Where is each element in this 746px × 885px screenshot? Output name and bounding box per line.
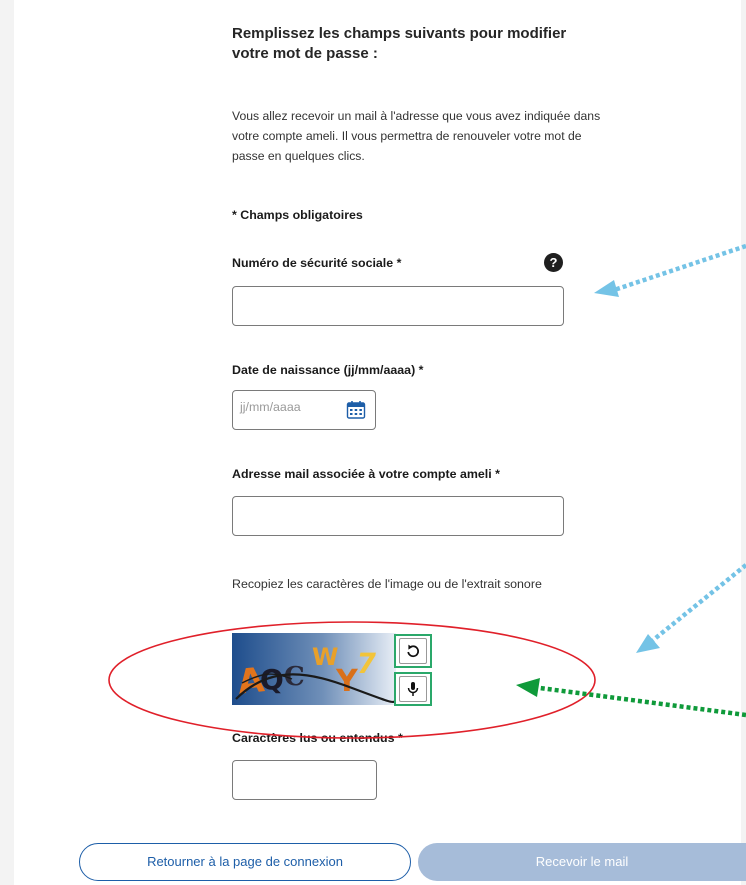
help-icon[interactable]: ?	[544, 253, 563, 272]
refresh-icon	[407, 644, 419, 658]
email-label: Adresse mail associée à votre compte ame…	[232, 467, 500, 481]
refresh-captcha-button[interactable]	[394, 634, 432, 668]
back-to-login-button[interactable]: Retourner à la page de connexion	[79, 843, 411, 881]
required-note: * Champs obligatoires	[232, 208, 363, 222]
ssn-input[interactable]	[232, 286, 564, 326]
receive-mail-button[interactable]: Recevoir le mail	[418, 843, 746, 881]
page-title: Remplissez les champs suivants pour modi…	[232, 25, 567, 62]
captcha-instruction: Recopiez les caractères de l'image ou de…	[232, 577, 542, 591]
captcha-image: A Q C W Y 7	[232, 633, 396, 705]
characters-input[interactable]	[232, 760, 377, 800]
intro-text: Vous allez recevoir un mail à l'adresse …	[232, 109, 601, 163]
audio-captcha-button[interactable]	[394, 672, 432, 706]
characters-label: Caractères lus ou entendus *	[232, 731, 403, 745]
birthdate-label: Date de naissance (jj/mm/aaaa) *	[232, 363, 424, 377]
email-input[interactable]	[232, 496, 564, 536]
birthdate-placeholder: jj/mm/aaaa	[240, 400, 301, 414]
ssn-label: Numéro de sécurité sociale *	[232, 256, 402, 270]
calendar-icon[interactable]	[346, 400, 366, 420]
svg-text:W: W	[312, 643, 338, 671]
microphone-icon	[407, 682, 419, 696]
